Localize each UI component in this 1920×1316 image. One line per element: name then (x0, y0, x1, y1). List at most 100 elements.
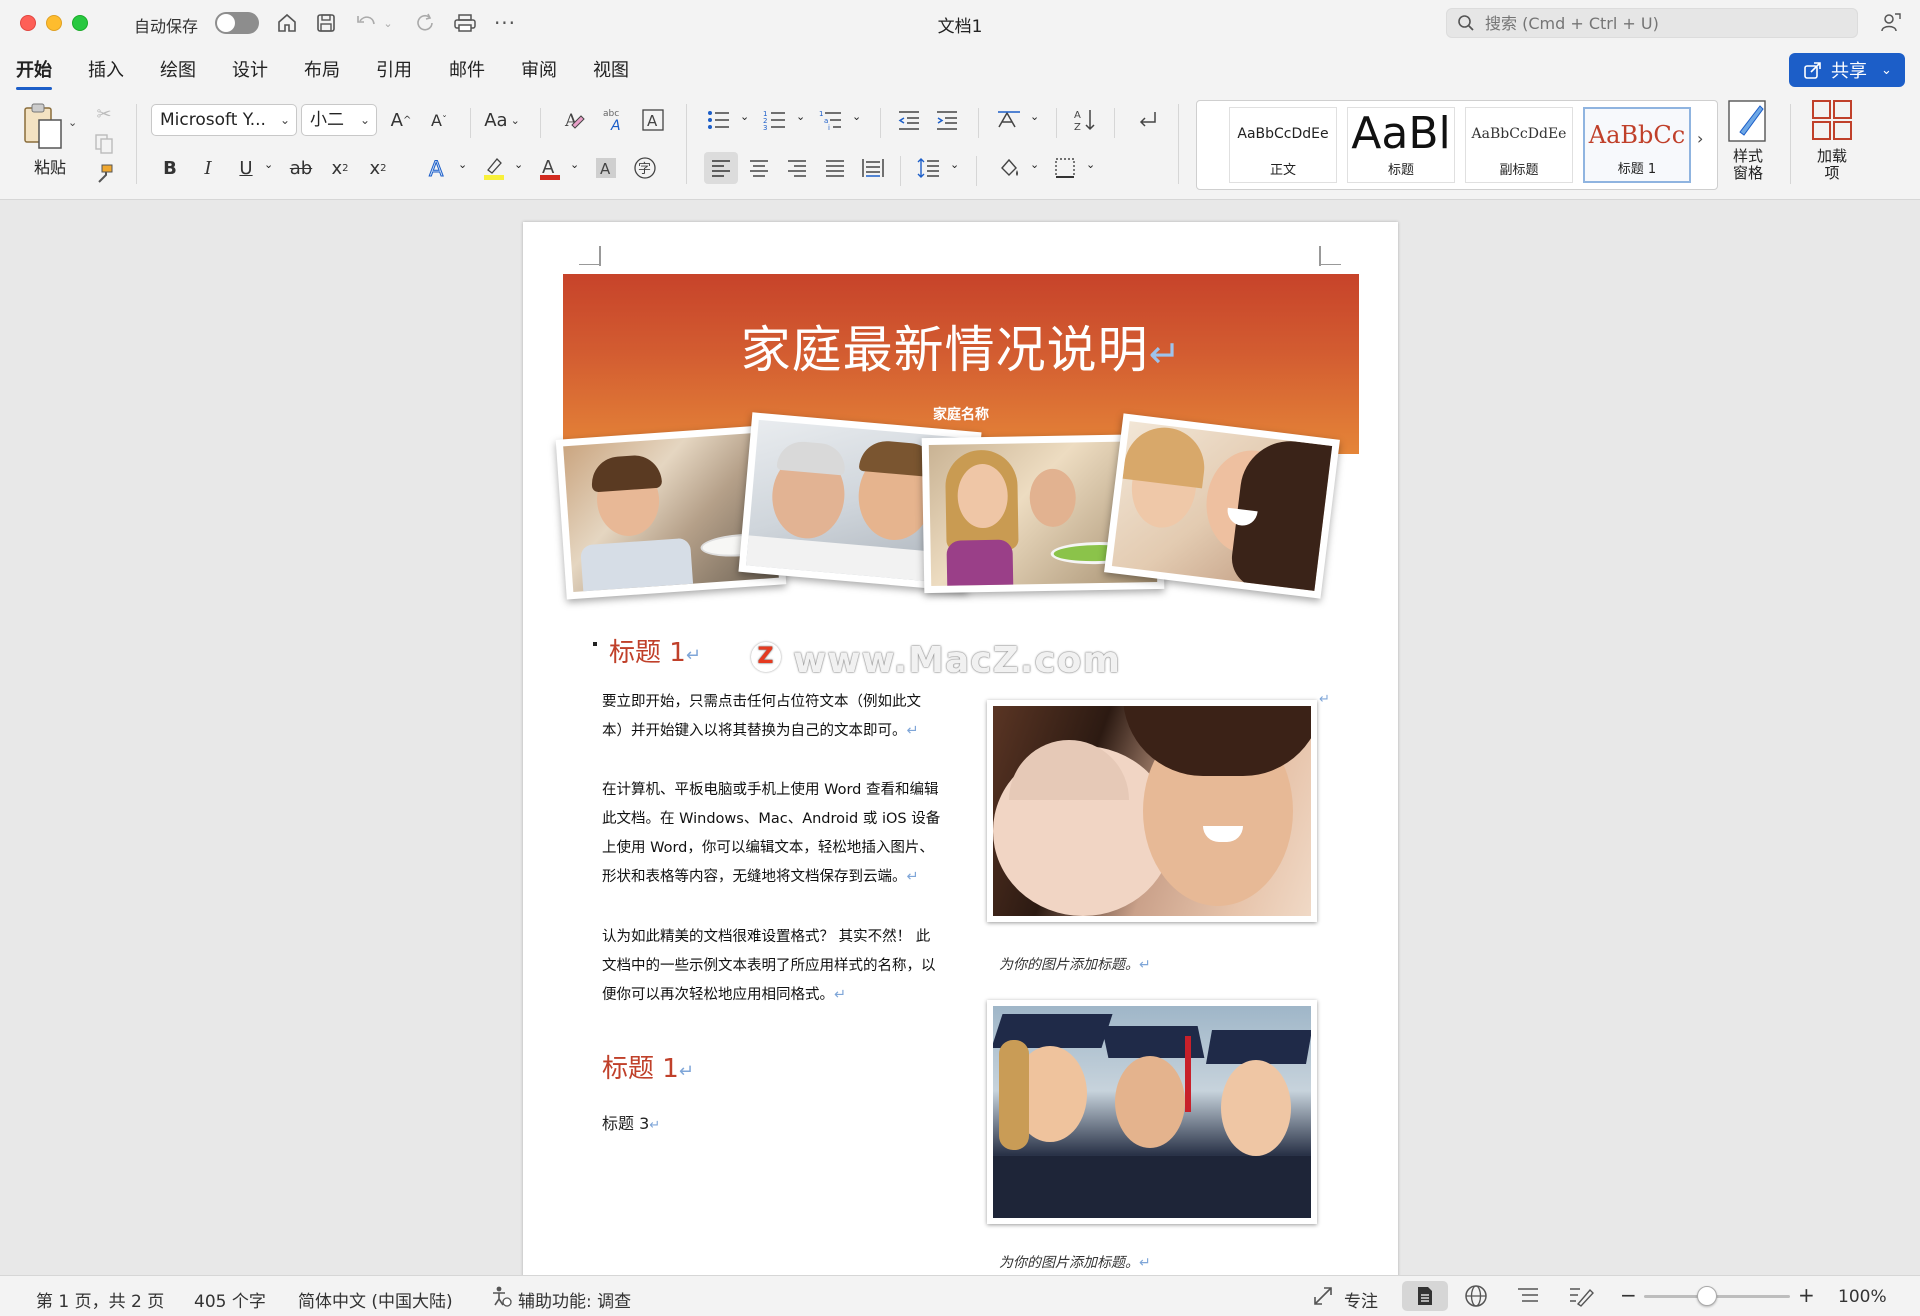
word-count[interactable]: 405 个字 (194, 1287, 266, 1312)
character-shading-icon[interactable]: A (592, 154, 620, 182)
paste-chevron-icon[interactable]: ⌄ (68, 116, 77, 129)
web-layout-icon[interactable] (1464, 1284, 1488, 1313)
print-layout-icon[interactable] (1402, 1281, 1448, 1311)
page-count[interactable]: 第 1 页，共 2 页 (36, 1287, 164, 1312)
clear-formatting-icon[interactable]: A (560, 106, 590, 134)
italic-button[interactable]: I (194, 154, 222, 182)
zoom-level[interactable]: 100% (1838, 1287, 1887, 1307)
shrink-font-icon[interactable]: Aˇ (424, 106, 454, 134)
styles-pane-button[interactable]: 样式 窗格 (1716, 98, 1780, 194)
accessibility-icon[interactable] (490, 1285, 512, 1312)
increase-indent-icon[interactable] (932, 106, 962, 134)
photo-mother-daughter[interactable] (1104, 413, 1340, 599)
chevron-down-icon[interactable]: ⌄ (570, 158, 579, 171)
maximize-window-button[interactable] (72, 15, 88, 31)
asian-layout-icon[interactable] (994, 106, 1024, 134)
account-icon[interactable] (1876, 8, 1906, 38)
chevron-down-icon[interactable]: ⌄ (1030, 158, 1039, 171)
tab-insert[interactable]: 插入 (88, 56, 124, 90)
tab-review[interactable]: 审阅 (521, 56, 557, 90)
tab-layout[interactable]: 布局 (304, 56, 340, 90)
cut-icon[interactable]: ✂ (90, 100, 118, 128)
outline-view-icon[interactable] (1516, 1285, 1540, 1312)
paste-icon[interactable] (20, 100, 66, 150)
photo-mother-baby[interactable] (987, 700, 1317, 922)
addins-button[interactable]: 加载 项 (1800, 98, 1864, 194)
save-icon[interactable] (311, 8, 341, 38)
style-normal[interactable]: AaBbCcDdEe 正文 (1229, 107, 1337, 183)
font-size-select[interactable]: 小二 ⌄ (301, 104, 377, 136)
minimize-window-button[interactable] (46, 15, 62, 31)
zoom-slider[interactable] (1644, 1295, 1790, 1298)
bullets-icon[interactable] (704, 106, 734, 134)
tab-draw[interactable]: 绘图 (160, 56, 196, 90)
style-heading1[interactable]: AaBbCc 标题 1 (1583, 107, 1691, 183)
home-icon[interactable] (272, 8, 302, 38)
tab-view[interactable]: 视图 (593, 56, 629, 90)
styles-more-icon[interactable]: › (1697, 129, 1703, 148)
tab-home[interactable]: 开始 (16, 56, 52, 90)
chevron-down-icon[interactable]: ⌄ (740, 110, 749, 123)
phonetic-guide-icon[interactable]: abc A (600, 106, 630, 134)
photo-caption-2[interactable]: 为你的图片添加标题。↵ (999, 1252, 1151, 1272)
style-subtitle[interactable]: AaBbCcDdEe 副标题 (1465, 107, 1573, 183)
chevron-down-icon[interactable]: ⌄ (950, 158, 959, 171)
strikethrough-button[interactable]: ab (286, 154, 316, 182)
character-border-icon[interactable]: A (638, 106, 668, 134)
search-input[interactable] (1485, 12, 1845, 34)
chevron-down-icon[interactable]: ⌄ (852, 110, 861, 123)
style-title[interactable]: AaBl 标题 (1347, 107, 1455, 183)
photo-caption-1[interactable]: 为你的图片添加标题。↵ (999, 954, 1151, 974)
align-center-button[interactable] (744, 154, 774, 182)
focus-icon[interactable] (1312, 1285, 1334, 1312)
align-right-button[interactable] (782, 154, 812, 182)
font-color-icon[interactable]: A (536, 154, 564, 182)
borders-icon[interactable] (1050, 154, 1080, 182)
draft-view-icon[interactable] (1568, 1284, 1594, 1313)
copy-icon[interactable] (90, 130, 118, 158)
more-icon[interactable]: ··· (490, 8, 520, 38)
accessibility-status[interactable]: 辅助功能: 调查 (518, 1287, 631, 1312)
banner-title[interactable]: 家庭最新情况说明↵ (563, 310, 1359, 382)
autosave-toggle[interactable] (215, 12, 259, 34)
chevron-down-icon[interactable]: ⌄ (264, 158, 273, 171)
zoom-in-button[interactable]: + (1798, 1283, 1815, 1307)
highlight-color-icon[interactable] (480, 154, 508, 182)
language-status[interactable]: 简体中文 (中国大陆) (298, 1287, 453, 1312)
focus-label[interactable]: 专注 (1344, 1287, 1378, 1312)
chevron-down-icon[interactable]: ⌄ (1030, 110, 1039, 123)
text-effects-icon[interactable]: A (424, 154, 452, 182)
heading-1-second[interactable]: 标题 1↵ (602, 1048, 694, 1085)
redo-icon[interactable] (411, 8, 441, 38)
change-case-icon[interactable]: Aa ⌄ (484, 106, 520, 134)
multilevel-list-icon[interactable]: 1ai (816, 106, 846, 134)
chevron-down-icon[interactable]: ⌄ (796, 110, 805, 123)
search-box[interactable] (1446, 8, 1858, 38)
line-spacing-icon[interactable] (914, 154, 944, 182)
subscript-button[interactable]: x2 (326, 154, 354, 182)
chevron-down-icon[interactable]: ⌄ (514, 158, 523, 171)
document-page[interactable]: 家庭最新情况说明↵ 家庭名称 Z www.MacZ.com 标题 1↵ 要立即开… (523, 222, 1398, 1275)
paragraph-1[interactable]: 要立即开始，只需点击任何占位符文本（例如此文本）并开始键入以将其替换为自己的文本… (602, 688, 942, 746)
paragraph-2[interactable]: 在计算机、平板电脑或手机上使用 Word 查看和编辑此文档。在 Windows、… (602, 776, 942, 892)
heading-3[interactable]: 标题 3↵ (602, 1110, 660, 1134)
undo-icon[interactable] (352, 8, 382, 38)
shading-icon[interactable] (994, 154, 1024, 182)
chevron-down-icon[interactable]: ⌄ (458, 158, 467, 171)
decrease-indent-icon[interactable] (894, 106, 924, 134)
chevron-down-icon[interactable]: ⌄ (1086, 158, 1095, 171)
paragraph-3[interactable]: 认为如此精美的文档很难设置格式？ 其实不然！ 此文档中的一些示例文本表明了所应用… (602, 923, 942, 1010)
photo-graduates[interactable] (987, 1000, 1317, 1224)
format-painter-icon[interactable] (90, 160, 118, 188)
tab-mailings[interactable]: 邮件 (449, 56, 485, 90)
grow-font-icon[interactable]: A ^ (386, 106, 416, 134)
share-button[interactable]: 共享 ⌄ (1789, 53, 1905, 87)
show-formatting-marks-icon[interactable] (1132, 106, 1162, 134)
font-name-select[interactable]: Microsoft Y... ⌄ (151, 104, 297, 136)
align-left-button[interactable] (704, 152, 738, 184)
heading-1[interactable]: 标题 1↵ (609, 632, 701, 669)
superscript-button[interactable]: x2 (364, 154, 392, 182)
print-icon[interactable] (450, 8, 480, 38)
numbering-icon[interactable]: 123 (760, 106, 790, 134)
distributed-button[interactable] (858, 154, 888, 182)
